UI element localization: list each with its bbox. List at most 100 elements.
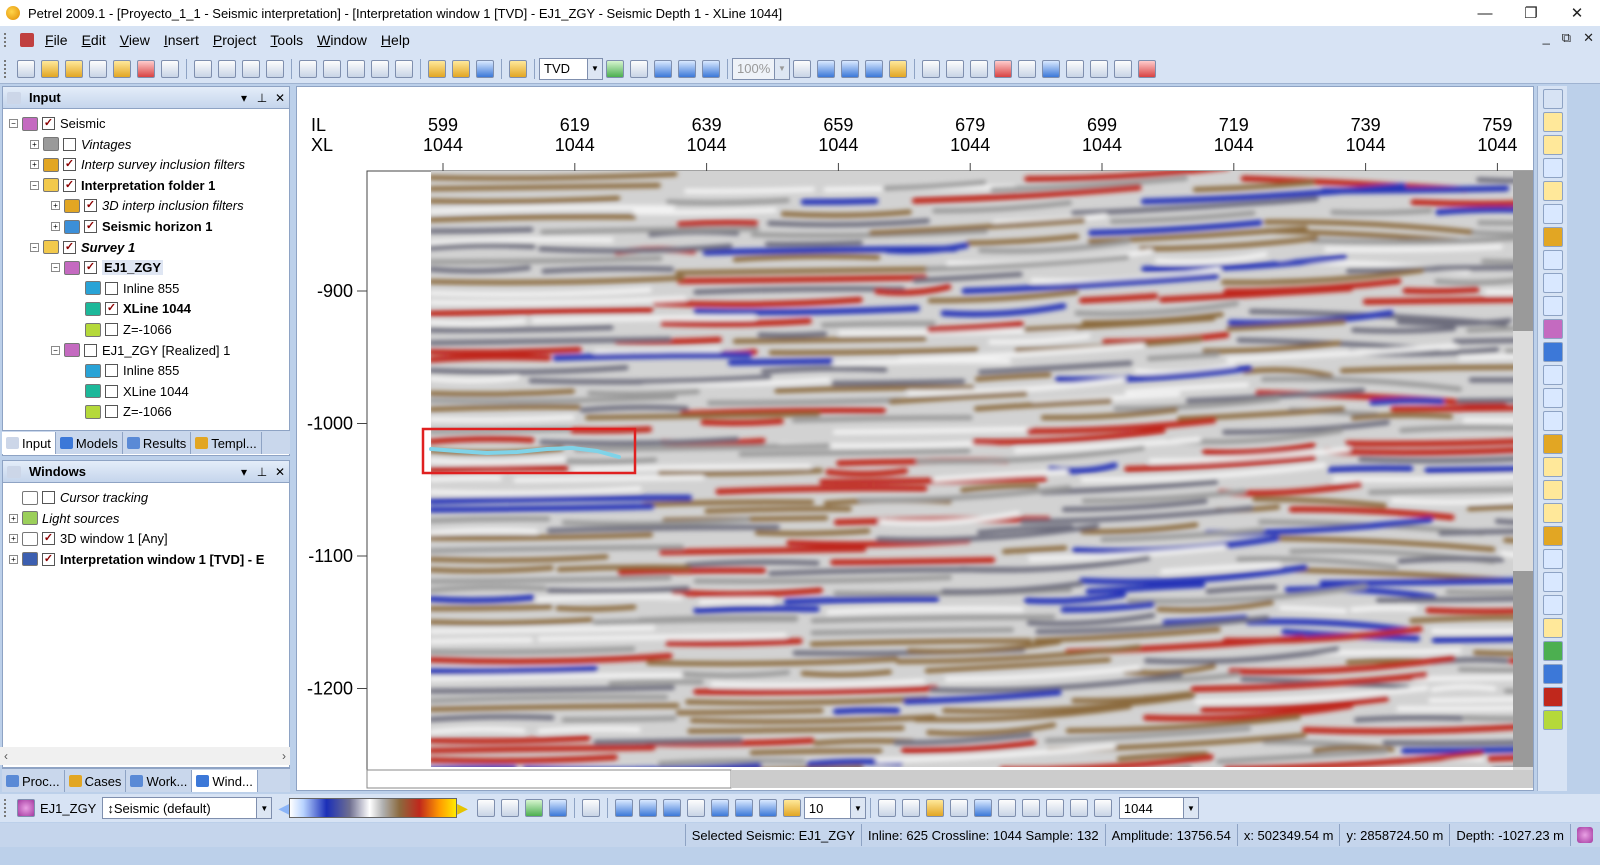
plane-5-icon[interactable]	[973, 799, 992, 817]
close-icon[interactable]: ✕	[271, 465, 289, 479]
scale-icon[interactable]	[1090, 59, 1108, 78]
list-icon[interactable]	[1114, 59, 1132, 78]
visibility-checkbox[interactable]: ✓	[84, 199, 97, 213]
step-back-icon[interactable]	[638, 799, 657, 817]
cube-yellow-icon[interactable]	[1542, 710, 1563, 730]
tree-item[interactable]: + ✓ Interp survey inclusion filters	[30, 154, 245, 175]
visibility-checkbox[interactable]	[84, 343, 97, 357]
horizontal-scroll-thumb[interactable]	[366, 769, 732, 789]
settings-icon[interactable]	[1542, 89, 1563, 109]
plane-2-icon[interactable]	[901, 799, 920, 817]
visibility-checkbox[interactable]: ✓	[63, 178, 76, 192]
visibility-checkbox[interactable]	[105, 384, 118, 398]
tab-windows[interactable]: Wind...	[192, 770, 258, 792]
delete-icon[interactable]	[371, 59, 389, 78]
paint-icon[interactable]	[1542, 526, 1563, 546]
polygon-icon[interactable]	[1542, 388, 1563, 408]
cube-red-icon[interactable]	[1542, 687, 1563, 707]
window-interp-icon[interactable]	[476, 59, 494, 78]
flag-icon[interactable]	[1542, 618, 1563, 638]
expand-toggle-icon[interactable]: +	[9, 554, 18, 564]
tree-item[interactable]: + ✓ 3D window 1 [Any]	[9, 528, 168, 549]
globe-icon[interactable]	[1542, 342, 1563, 362]
tree-item[interactable]: + Vintages	[30, 134, 131, 155]
pen-3-icon[interactable]	[1093, 799, 1112, 817]
expand-toggle-icon[interactable]: −	[51, 345, 60, 355]
step-settings-icon[interactable]	[782, 799, 801, 817]
minimize-button[interactable]: —	[1462, 0, 1508, 26]
expand-toggle-icon[interactable]: +	[30, 139, 39, 149]
mdi-minimize-button[interactable]: _	[1543, 30, 1550, 46]
stop-sound-icon[interactable]	[242, 59, 260, 78]
fit-horizontal-icon[interactable]	[817, 59, 835, 78]
tree-item[interactable]: Inline 855	[72, 278, 179, 299]
print-icon[interactable]	[161, 59, 179, 78]
visibility-checkbox[interactable]: ✓	[84, 220, 97, 233]
expand-toggle-icon[interactable]: +	[9, 513, 18, 523]
settings-close-icon[interactable]	[548, 799, 567, 817]
reset-colors-icon[interactable]	[476, 799, 495, 817]
fault-3-icon[interactable]	[1542, 595, 1563, 615]
visibility-checkbox[interactable]: ✓	[84, 261, 97, 275]
axis-flip-icon[interactable]	[1542, 227, 1563, 247]
colortable-new-icon[interactable]	[500, 799, 519, 817]
home-view-icon[interactable]	[606, 59, 624, 78]
cross-icon[interactable]	[1542, 319, 1563, 339]
find-icon[interactable]	[395, 59, 413, 78]
fit-vertical-icon[interactable]	[841, 59, 859, 78]
visibility-checkbox[interactable]: ✓	[63, 158, 76, 172]
mdi-close-button[interactable]: ✕	[1583, 30, 1594, 46]
paste-icon[interactable]	[347, 59, 365, 78]
undo-icon[interactable]	[194, 59, 212, 78]
fit-all-icon[interactable]	[865, 59, 883, 78]
sound-icon[interactable]	[218, 59, 236, 78]
pen-icon[interactable]	[1045, 799, 1064, 817]
wrench-icon[interactable]	[1542, 112, 1563, 132]
tree-item[interactable]: − ✓ EJ1_ZGY	[51, 257, 164, 278]
first-frame-icon[interactable]	[614, 799, 633, 817]
tile-windows-icon[interactable]	[678, 59, 696, 78]
menu-view[interactable]: View	[113, 32, 157, 48]
tree-item[interactable]: Z=-1066	[72, 319, 172, 340]
tab-results[interactable]: Results	[123, 432, 192, 454]
seed-icon[interactable]	[1542, 503, 1563, 523]
tree-item[interactable]: − EJ1_ZGY [Realized] 1	[51, 340, 230, 361]
refresh-icon[interactable]	[524, 799, 543, 817]
close-button[interactable]: ✕	[1554, 0, 1600, 26]
save-icon[interactable]	[113, 59, 131, 78]
import-icon[interactable]	[89, 59, 107, 78]
mdi-restore-button[interactable]: ⧉	[1562, 30, 1571, 46]
horizontal-scroll-track[interactable]	[731, 770, 1533, 788]
visibility-checkbox[interactable]: ✓	[42, 532, 55, 546]
expand-toggle-icon[interactable]: +	[9, 534, 18, 544]
pin-icon[interactable]: ⊥	[253, 465, 271, 479]
home-icon[interactable]	[889, 59, 907, 78]
step-select[interactable]: 10 ▼	[803, 797, 866, 819]
expand-toggle-icon[interactable]: +	[51, 222, 60, 231]
menu-project[interactable]: Project	[206, 32, 264, 48]
expand-toggle-icon[interactable]: −	[30, 180, 39, 190]
tab-templates[interactable]: Templ...	[191, 432, 262, 454]
new-project-icon[interactable]	[17, 59, 35, 78]
play-icon[interactable]	[710, 799, 729, 817]
plane-4-icon[interactable]	[949, 799, 968, 817]
zoom-icon[interactable]	[1542, 158, 1563, 178]
scroll-right-icon[interactable]: ›	[282, 749, 286, 763]
cut-icon[interactable]	[1542, 365, 1563, 385]
expand-toggle-icon[interactable]: −	[51, 263, 60, 273]
colorbar-right-arrow-icon[interactable]: ▶	[457, 800, 468, 817]
save-as-icon[interactable]	[137, 59, 155, 78]
colorbar-icon[interactable]	[994, 59, 1012, 78]
visibility-checkbox[interactable]: ✓	[42, 117, 55, 130]
percent-icon[interactable]	[793, 59, 811, 78]
tab-processes[interactable]: Proc...	[2, 770, 65, 792]
menu-file[interactable]: File	[38, 32, 75, 48]
tree-item[interactable]: Inline 855	[72, 360, 179, 381]
hand-icon[interactable]	[1542, 135, 1563, 155]
cursor-pick-icon[interactable]	[1542, 411, 1563, 431]
scroll-left-icon[interactable]: ‹	[4, 749, 8, 763]
stop-icon[interactable]	[581, 799, 600, 817]
open-folder-icon[interactable]	[41, 59, 59, 78]
visibility-checkbox[interactable]	[105, 364, 118, 378]
expand-toggle-icon[interactable]: +	[51, 201, 60, 211]
